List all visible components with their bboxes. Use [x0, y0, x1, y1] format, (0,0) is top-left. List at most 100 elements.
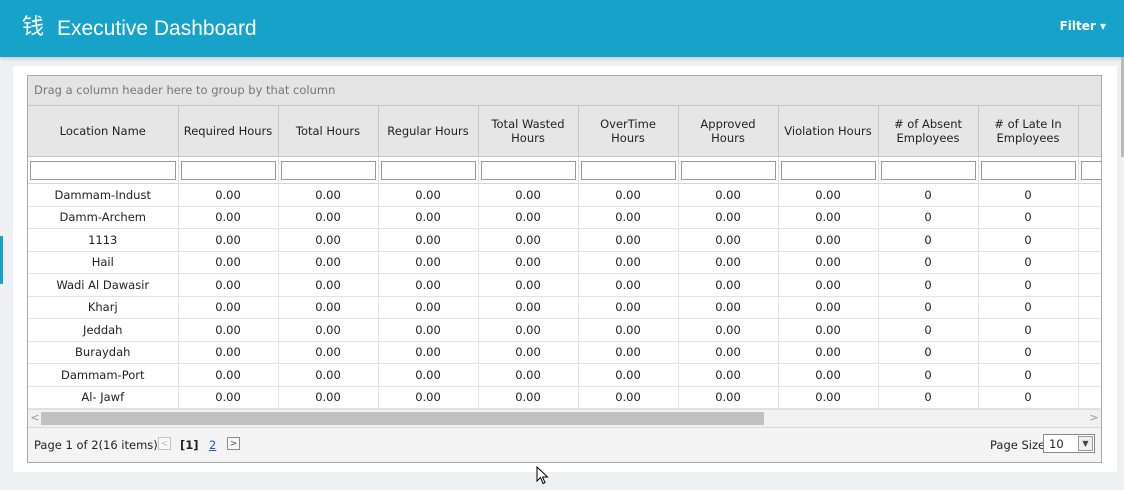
column-header[interactable]: Required Hours [178, 106, 279, 157]
grid-table-viewport: Location Name Required Hours Total Hours Re… [28, 106, 1101, 409]
table-row[interactable]: Al- Jawf 0.00 0.00 0.00 0.00 0.00 0.00 0.00 0 0 [28, 386, 1101, 409]
column-header[interactable]: Approved Hours [678, 106, 779, 157]
column-header-row: Location Name Required Hours Total Hours Re… [28, 106, 1101, 157]
table-cell: 0.00 [278, 206, 379, 229]
scrollbar-thumb[interactable] [41, 412, 764, 425]
column-header[interactable]: Regular Hours [378, 106, 479, 157]
column-header[interactable]: Location Name [28, 106, 179, 157]
group-by-panel[interactable]: Drag a column header here to group by th… [28, 76, 1101, 106]
table-cell: 0 [878, 318, 979, 342]
table-cell: 0.00 [778, 386, 879, 409]
table-row[interactable]: 1113 0.00 0.00 0.00 0.00 0.00 0.00 0.00 0 0 [28, 228, 1101, 252]
table-cell: 0.00 [178, 296, 279, 319]
data-grid: Drag a column header here to group by th… [27, 75, 1102, 463]
table-cell: 0.00 [778, 251, 879, 274]
horizontal-scrollbar[interactable]: < > [28, 409, 1101, 427]
table-cell: 0.00 [578, 386, 679, 409]
table-cell: 0.00 [378, 386, 479, 409]
column-filter-input[interactable] [280, 160, 376, 180]
table-cell: Kharj [28, 296, 179, 319]
table-cell: Dammam-Indust [28, 183, 179, 207]
table-cell: 0 [878, 251, 979, 274]
column-filter-input[interactable] [780, 160, 876, 180]
column-filter-input[interactable] [880, 160, 976, 180]
table-cell [1078, 341, 1101, 364]
table-cell: 0 [878, 206, 979, 229]
column-filter-input[interactable] [380, 160, 476, 180]
mouse-cursor-icon [536, 466, 549, 485]
table-cell: 0.00 [778, 318, 879, 342]
table-cell: 0 [878, 228, 979, 252]
table-cell: 0 [978, 296, 1079, 319]
table-row[interactable]: Kharj 0.00 0.00 0.00 0.00 0.00 0.00 0.00 0 0 [28, 296, 1101, 319]
table-cell: 0.00 [578, 363, 679, 387]
column-filter-input[interactable] [180, 160, 276, 180]
table-row[interactable]: Damm-Archem 0.00 0.00 0.00 0.00 0.00 0.00 0.00 0… [28, 206, 1101, 229]
table-cell: 0.00 [678, 273, 779, 297]
sidebar-toggle-tab[interactable] [0, 236, 3, 284]
table-cell: 0.00 [778, 363, 879, 387]
filter-menu-button[interactable]: Filter ▾ [1060, 19, 1106, 33]
table-cell: 0.00 [778, 228, 879, 252]
chevron-down-icon[interactable]: ▼ [1078, 436, 1093, 451]
prev-page-icon[interactable]: < [158, 437, 171, 450]
table-cell: 0 [978, 341, 1079, 364]
table-cell: 0.00 [678, 386, 779, 409]
table-cell: 0.00 [478, 296, 579, 319]
column-header[interactable]: OverTime Hours [578, 106, 679, 157]
table-cell: 0.00 [678, 183, 779, 207]
column-filter-input[interactable] [30, 160, 176, 180]
table-cell: 0.00 [378, 318, 479, 342]
pager-summary: Page 1 of 2(16 items) [34, 438, 158, 452]
table-cell: 0.00 [678, 318, 779, 342]
table-cell: 0.00 [678, 228, 779, 252]
page-size-value: 10 [1049, 437, 1064, 451]
scroll-right-icon[interactable]: > [1087, 410, 1101, 427]
column-filter-input[interactable] [980, 160, 1076, 180]
table-cell: Al- Jawf [28, 386, 179, 409]
filter-cell [278, 156, 379, 184]
table-cell: 0.00 [278, 296, 379, 319]
table-cell: 0 [878, 363, 979, 387]
table-cell: 0.00 [178, 386, 279, 409]
column-header[interactable]: Total Wasted Hours [478, 106, 579, 157]
table-row[interactable]: Dammam-Indust 0.00 0.00 0.00 0.00 0.00 0.00 0.0… [28, 183, 1101, 207]
table-cell: Jeddah [28, 318, 179, 342]
column-filter-input[interactable] [680, 160, 776, 180]
table-cell: 0.00 [778, 183, 879, 207]
page-link-2[interactable]: 2 [209, 438, 216, 452]
filter-cell [778, 156, 879, 184]
table-cell [1078, 251, 1101, 274]
table-cell: 0 [878, 341, 979, 364]
table-cell: 0.00 [278, 341, 379, 364]
page-size-select[interactable]: 10 ▼ [1043, 434, 1095, 453]
column-header[interactable]: Violation Hours [778, 106, 879, 157]
table-cell: 0.00 [578, 296, 679, 319]
next-page-icon[interactable]: > [227, 437, 240, 450]
table-cell: 0.00 [178, 206, 279, 229]
table-cell: 0.00 [678, 341, 779, 364]
table-row[interactable]: Wadi Al Dawasir 0.00 0.00 0.00 0.00 0.00 0.00 0… [28, 273, 1101, 297]
table-cell: 0.00 [678, 296, 779, 319]
table-cell: 0.00 [478, 318, 579, 342]
column-header[interactable]: # of Absent Employees [878, 106, 979, 157]
table-cell: 0.00 [278, 228, 379, 252]
table-cell: 0 [878, 273, 979, 297]
column-filter-input[interactable] [580, 160, 676, 180]
column-filter-input[interactable] [480, 160, 576, 180]
table-cell: 0 [878, 183, 979, 207]
table-cell: 0 [878, 386, 979, 409]
table-cell: 0.00 [678, 206, 779, 229]
table-row[interactable]: Jeddah 0.00 0.00 0.00 0.00 0.00 0.00 0.00 0 0 [28, 318, 1101, 342]
table-row[interactable]: Buraydah 0.00 0.00 0.00 0.00 0.00 0.00 0.00 0 0 [28, 341, 1101, 364]
table-row[interactable]: Hail 0.00 0.00 0.00 0.00 0.00 0.00 0.00 0 0 [28, 251, 1101, 274]
table-cell: 0.00 [578, 206, 679, 229]
column-header[interactable]: Total Hours [278, 106, 379, 157]
scroll-left-icon[interactable]: < [28, 410, 42, 427]
table-row[interactable]: Dammam-Port 0.00 0.00 0.00 0.00 0.00 0.00 0.00 0… [28, 363, 1101, 387]
filter-cell [678, 156, 779, 184]
column-filter-input[interactable] [1080, 160, 1101, 180]
column-header[interactable]: # of E [1078, 106, 1101, 157]
table-cell: 0 [878, 296, 979, 319]
column-header[interactable]: # of Late In Employees [978, 106, 1079, 157]
